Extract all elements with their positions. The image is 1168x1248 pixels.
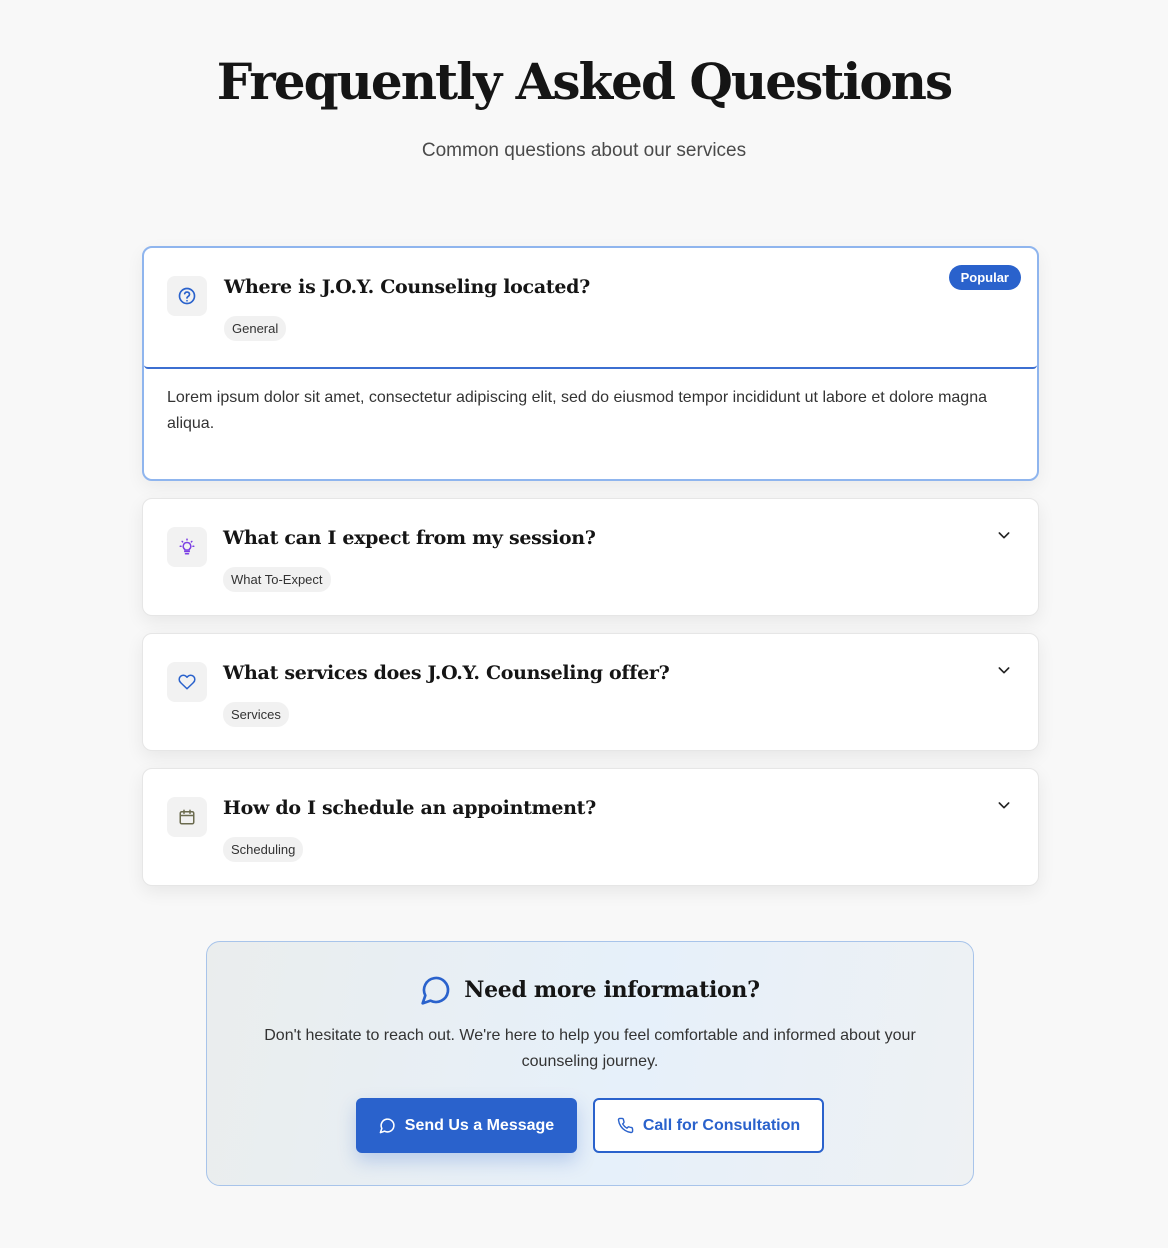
- cta-buttons: Send Us a Message Call for Consultation: [207, 1098, 973, 1153]
- call-consultation-label: Call for Consultation: [642, 1116, 801, 1134]
- send-message-label: Send Us a Message: [404, 1116, 555, 1134]
- call-consultation-button[interactable]: Call for Consultation: [593, 1098, 824, 1153]
- faq-question: What services does J.O.Y. Counseling off…: [223, 662, 670, 684]
- question-circle-icon: [167, 276, 207, 316]
- heart-icon: [167, 662, 207, 702]
- cta-description: Don't hesitate to reach out. We're here …: [264, 1027, 916, 1070]
- page-subtitle: Common questions about our services: [421, 140, 747, 161]
- page-title: Frequently Asked Questions: [216, 52, 953, 111]
- faq-question-toggle[interactable]: What can I expect from my session? What …: [143, 499, 1038, 615]
- faq-question: How do I schedule an appointment?: [223, 797, 596, 819]
- category-tag: What To-Expect: [223, 567, 331, 592]
- faq-item-expect: What can I expect from my session? What …: [142, 498, 1039, 616]
- calendar-icon: [167, 797, 207, 837]
- cta-heading: Need more information?: [207, 974, 973, 1006]
- category-tag: Scheduling: [223, 837, 304, 862]
- faq-item-services: What services does J.O.Y. Counseling off…: [142, 633, 1039, 751]
- popular-badge: Popular: [948, 265, 1021, 290]
- lightbulb-icon: [167, 527, 207, 567]
- phone-icon: [617, 1117, 634, 1134]
- chevron-down-icon[interactable]: [996, 527, 1012, 543]
- send-message-button[interactable]: Send Us a Message: [356, 1098, 577, 1153]
- faq-answer: Lorem ipsum dolor sit amet, consectetur …: [167, 389, 987, 432]
- category-tag: General: [224, 316, 287, 341]
- faq-question-toggle[interactable]: What services does J.O.Y. Counseling off…: [143, 634, 1038, 750]
- faq-question: Where is J.O.Y. Counseling located?: [224, 276, 590, 298]
- faq-question: What can I expect from my session?: [223, 527, 596, 549]
- faq-list: Where is J.O.Y. Counseling located? Gene…: [142, 246, 1039, 903]
- cta-title: Need more information?: [464, 977, 760, 1003]
- faq-question-toggle[interactable]: Where is J.O.Y. Counseling located? Gene…: [144, 248, 1037, 369]
- chevron-down-icon[interactable]: [996, 662, 1012, 678]
- faq-item-location: Where is J.O.Y. Counseling located? Gene…: [142, 246, 1039, 481]
- faq-item-scheduling: How do I schedule an appointment? Schedu…: [142, 768, 1039, 886]
- chat-bubble-icon: [379, 1118, 395, 1134]
- faq-question-toggle[interactable]: How do I schedule an appointment? Schedu…: [143, 769, 1038, 885]
- contact-cta-panel: Need more information? Don't hesitate to…: [206, 941, 974, 1186]
- chevron-down-icon[interactable]: [996, 797, 1012, 813]
- chat-bubble-icon: [421, 976, 450, 1005]
- category-tag: Services: [223, 702, 289, 727]
